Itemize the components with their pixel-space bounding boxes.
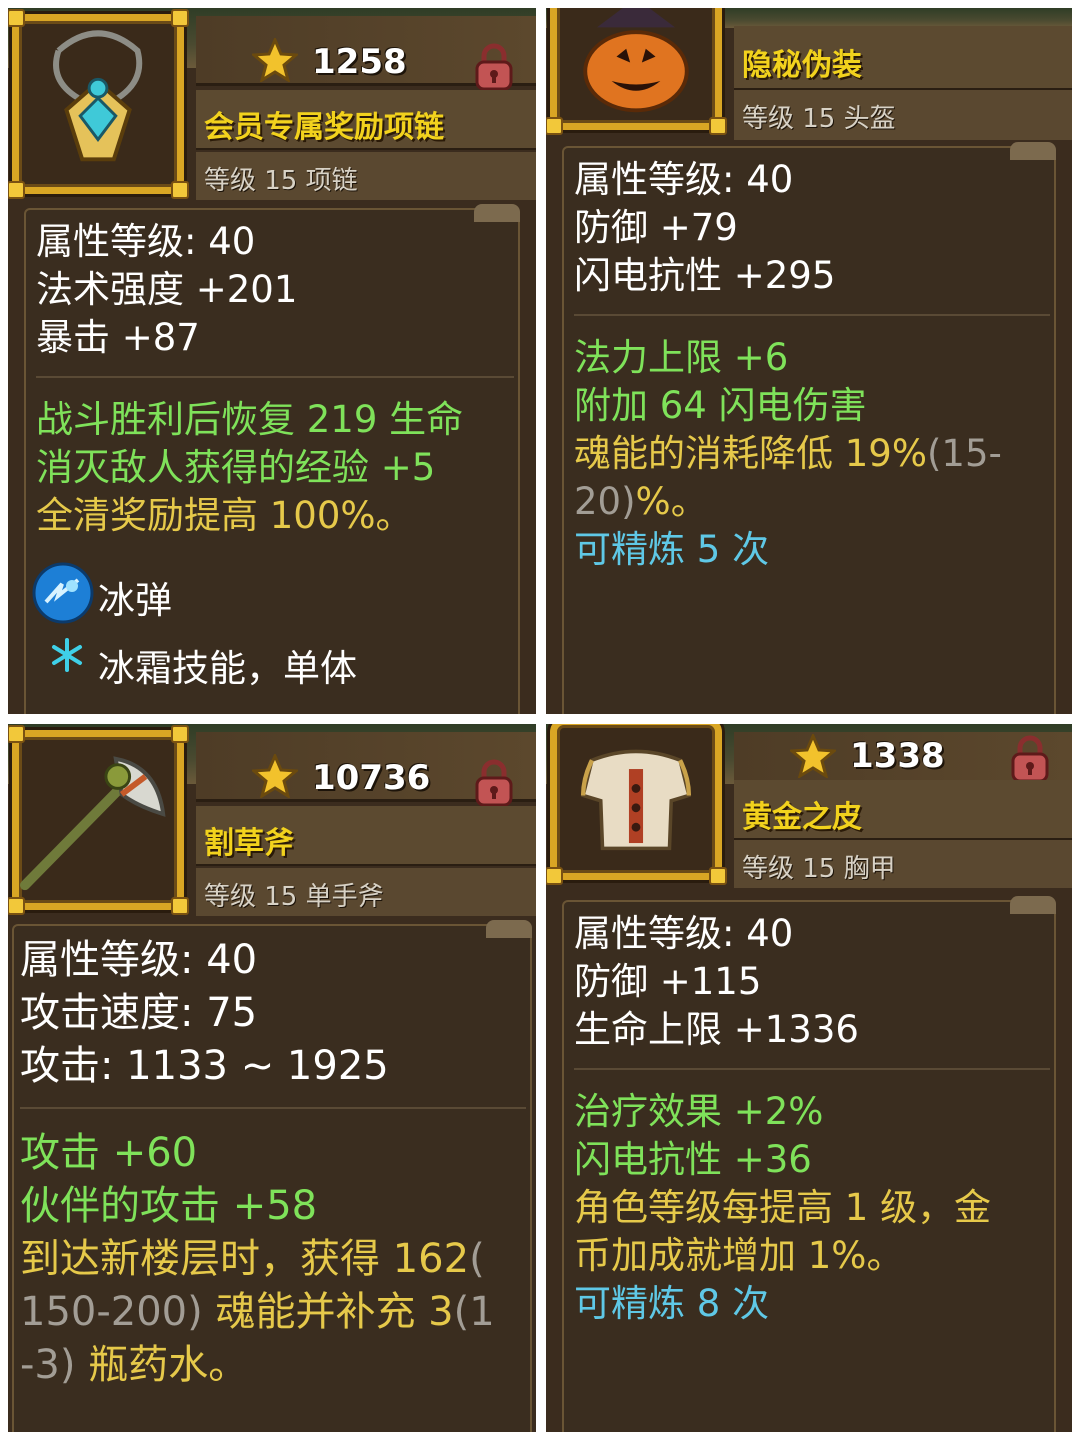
- type-bar: 等级 15 胸甲: [734, 840, 1072, 888]
- item-type: 等级 15 胸甲: [742, 854, 896, 884]
- base-stat: 攻击: 1133 ~ 1925: [20, 1043, 389, 1089]
- special-stat: 到达新楼层时，获得 162(: [20, 1236, 485, 1282]
- base-stat: 攻击速度: 75: [20, 990, 258, 1036]
- item-card-necklace: 1258 会员专属奖励项链 等级 15 项链 属性等级: 40 法术强度 +20…: [8, 8, 536, 714]
- name-bar: 割草斧: [196, 806, 536, 866]
- bonus-stat: 伙伴的攻击 +58: [20, 1183, 318, 1229]
- skill-description: 冰霜技能，单体: [98, 647, 357, 690]
- special-stat: 魂能的消耗降低 19%(15-: [574, 432, 1002, 475]
- skill-description-row: 冰霜技能，单体: [36, 632, 514, 690]
- lock-icon[interactable]: [472, 42, 516, 92]
- name-bar: 黄金之皮: [734, 780, 1072, 840]
- refine-count: 可精炼 8 次: [574, 1282, 770, 1325]
- necklace-icon: [53, 30, 143, 162]
- type-bar: 等级 15 单手斧: [196, 868, 536, 916]
- item-icon-frame[interactable]: [546, 8, 727, 135]
- item-name: 隐秘伪装: [742, 48, 862, 83]
- item-name: 黄金之皮: [742, 800, 862, 835]
- special-stat: -3) 瓶药水。: [20, 1342, 249, 1388]
- special-stat: 20)%。: [574, 480, 708, 523]
- divider: [20, 1107, 526, 1109]
- stats-panel: 属性等级: 40 法术强度 +201 暴击 +87 战斗胜利后恢复 219 生命…: [24, 204, 520, 714]
- divider: [574, 314, 1050, 316]
- star-icon: [790, 734, 836, 778]
- stats-panel: 属性等级: 40 防御 +79 闪电抗性 +295 法力上限 +6 附加 64 …: [562, 142, 1056, 714]
- bonus-stat: 战斗胜利后恢复 219 生命: [36, 398, 464, 441]
- skill-row[interactable]: 冰弹: [32, 562, 514, 626]
- bonus-stat: 攻击 +60: [20, 1130, 198, 1176]
- divider: [574, 1068, 1050, 1070]
- item-card-chest-armor: 1338 黄金之皮 等级 15 胸甲 属性等级: 40 防御 +115 生命上限…: [546, 724, 1072, 1432]
- item-card-helmet: 隐秘伪装 等级 15 头盔 属性等级: 40 防御 +79 闪电抗性 +295 …: [546, 8, 1072, 714]
- skill-name: 冰弹: [98, 579, 172, 622]
- item-score: 10736: [312, 758, 431, 798]
- type-bar: 等级 15 头盔: [734, 90, 1072, 140]
- item-name: 割草斧: [204, 826, 294, 861]
- score-bar: 10736: [196, 732, 536, 807]
- special-stat: 150-200) 魂能并补充 3(1: [20, 1289, 495, 1335]
- base-stat: 暴击 +87: [36, 316, 200, 359]
- pumpkin-helmet-icon: [583, 8, 689, 113]
- bonus-stat: 法力上限 +6: [574, 336, 789, 379]
- item-name: 会员专属奖励项链: [204, 110, 444, 145]
- snowflake-icon: [52, 638, 82, 672]
- item-icon-frame[interactable]: [8, 9, 189, 199]
- divider: [36, 376, 514, 378]
- ice-bolt-icon: [32, 562, 94, 624]
- star-icon: [252, 38, 298, 82]
- item-type: 等级 15 头盔: [742, 104, 896, 134]
- chest-armor-icon: [580, 749, 692, 851]
- stats-panel: 属性等级: 40 攻击速度: 75 攻击: 1133 ~ 1925 攻击 +60…: [12, 920, 532, 1432]
- star-icon: [252, 754, 298, 798]
- item-score: 1258: [312, 42, 407, 82]
- lock-icon[interactable]: [472, 758, 516, 808]
- item-card-axe: 10736 割草斧 等级 15 单手斧 属性等级: 40 攻击速度: 75 攻击…: [8, 724, 536, 1432]
- stats-panel: 属性等级: 40 防御 +115 生命上限 +1336 治疗效果 +2% 闪电抗…: [562, 896, 1056, 1432]
- base-stat: 属性等级: 40: [20, 937, 258, 983]
- score-bar: 1258: [196, 16, 536, 91]
- item-icon-frame[interactable]: [8, 725, 189, 915]
- bonus-stat: 消灭敌人获得的经验 +5: [36, 446, 436, 489]
- name-bar: 隐秘伪装: [734, 26, 1072, 90]
- type-bar: 等级 15 项链: [196, 152, 536, 200]
- name-bar: 会员专属奖励项链: [196, 90, 536, 150]
- base-stat: 闪电抗性 +295: [574, 254, 836, 297]
- item-icon-frame[interactable]: [546, 724, 727, 885]
- base-stat: 属性等级: 40: [574, 158, 794, 201]
- item-score: 1338: [850, 736, 945, 776]
- base-stat: 法术强度 +201: [36, 268, 298, 311]
- item-type: 等级 15 单手斧: [204, 882, 384, 912]
- axe-icon: [19, 756, 166, 891]
- base-stat: 防御 +115: [574, 960, 762, 1003]
- bonus-stat: 闪电抗性 +36: [574, 1138, 812, 1181]
- refine-count: 可精炼 5 次: [574, 528, 770, 571]
- base-stat: 属性等级: 40: [36, 220, 256, 263]
- bonus-stat: 附加 64 闪电伤害: [574, 384, 867, 427]
- special-stat: 角色等级每提高 1 级，金: [574, 1186, 992, 1229]
- base-stat: 属性等级: 40: [574, 912, 794, 955]
- special-stat: 币加成就增加 1%。: [574, 1234, 904, 1277]
- lock-icon[interactable]: [1008, 734, 1052, 784]
- base-stat: 防御 +79: [574, 206, 738, 249]
- item-type: 等级 15 项链: [204, 166, 358, 196]
- special-stat: 全清奖励提高 100%。: [36, 494, 413, 537]
- base-stat: 生命上限 +1336: [574, 1008, 859, 1051]
- bonus-stat: 治疗效果 +2%: [574, 1090, 824, 1133]
